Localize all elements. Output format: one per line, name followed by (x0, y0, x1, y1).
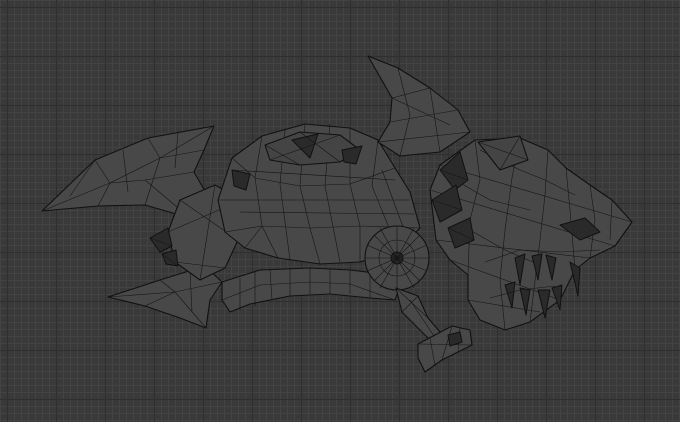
dorsal-fin (367, 55, 471, 157)
wireframe-model[interactable] (0, 0, 680, 422)
beast-head (429, 135, 633, 331)
3d-viewport[interactable] (0, 0, 680, 422)
grip-handle (395, 287, 473, 373)
gear-hub (364, 225, 430, 291)
